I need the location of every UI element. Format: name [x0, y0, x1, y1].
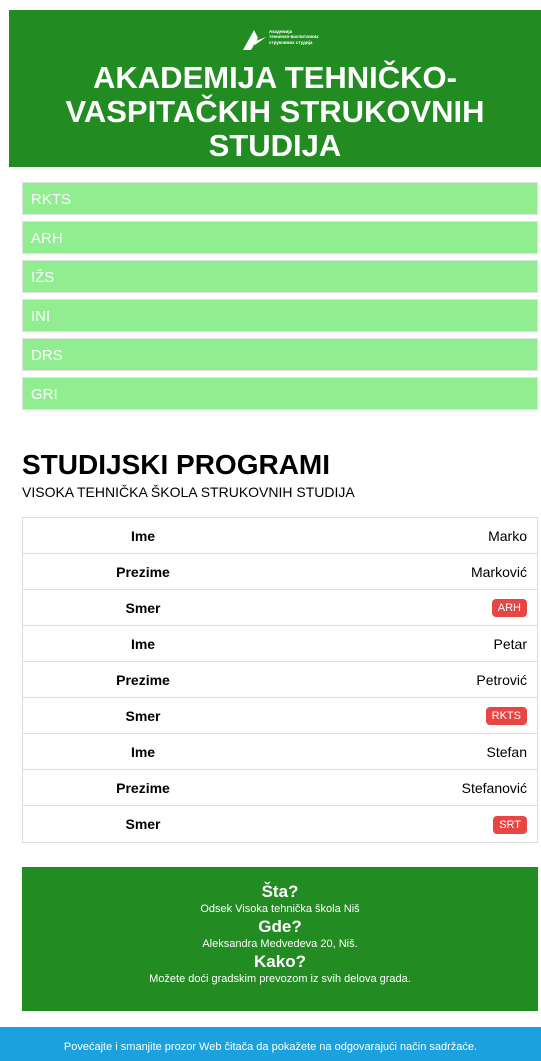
kako-heading: Kako? [254, 952, 306, 971]
ime-value: Stefan [486, 743, 527, 760]
nav-item-drs[interactable]: DRS [22, 338, 538, 371]
table-row: Prezime Marković [23, 554, 537, 590]
kako-text: Možete doći gradskim prevozom iz svih de… [149, 973, 411, 985]
students-table: Ime Marko Prezime Marković Smer ARH Ime … [22, 517, 538, 843]
nav-item-izs[interactable]: IŽS [22, 260, 538, 293]
ime-value: Marko [488, 527, 527, 544]
logo-mark-icon [243, 30, 266, 50]
smer-value: ARH [263, 598, 537, 617]
program-nav: RKTS ARH IŽS INI DRS GRI [22, 182, 538, 416]
table-row: Smer ARH [23, 590, 537, 626]
ime-label: Ime [130, 527, 156, 544]
logo-text: Академија техничко-васпитачких струковни… [269, 29, 319, 45]
gde-text: Aleksandra Medvedeva 20, Niš. [202, 938, 358, 950]
table-row: Prezime Petrović [23, 662, 537, 698]
smer-label: Smer [125, 816, 161, 832]
prezime-label: Prezime [116, 671, 170, 688]
academy-logo[interactable]: Академија техничко-васпитачких струковни… [241, 28, 361, 58]
nav-item-arh[interactable]: ARH [22, 221, 538, 254]
smer-label: Smer [125, 707, 161, 724]
prezime-value: Marković [470, 563, 527, 580]
ime-label: Ime [130, 743, 156, 760]
nav-item-rkts[interactable]: RKTS [22, 182, 538, 215]
prezime-label: Prezime [116, 779, 170, 796]
site-header: Академија техничко-васпитачких струковни… [9, 10, 541, 167]
ime-label: Ime [130, 635, 156, 652]
nav-item-gri[interactable]: GRI [22, 377, 538, 410]
footer: Povećajte i smanjite prozor Web čitača d… [0, 1027, 541, 1061]
table-row: Ime Stefan [23, 734, 537, 770]
smer-label: Smer [125, 599, 161, 616]
smer-badge: ARH [491, 599, 527, 617]
sta-heading: Šta? [261, 882, 299, 901]
table-row: Prezime Stefanović [23, 770, 537, 806]
prezime-label: Prezime [116, 563, 170, 580]
logo-line-3: струковних студија [269, 39, 313, 45]
smer-value: RKTS [263, 706, 537, 725]
table-row: Smer RKTS [23, 698, 537, 734]
table-row: Ime Petar [23, 626, 537, 662]
section-subtitle: VISOKA TEHNIČKA ŠKOLA STRUKOVNIH STUDIJA [22, 484, 355, 500]
table-row: Smer SRT [23, 806, 537, 842]
ime-value: Petar [493, 635, 527, 652]
prezime-value: Petrović [476, 671, 527, 688]
smer-badge: SRT [493, 815, 527, 834]
table-row: Ime Marko [23, 518, 537, 554]
prezime-value: Stefanović [461, 779, 527, 796]
section-title: STUDIJSKI PROGRAMI [22, 449, 331, 480]
gde-heading: Gde? [258, 917, 302, 936]
nav-item-ini[interactable]: INI [22, 299, 538, 332]
info-box: Šta? Odsek Visoka tehnička škola Niš Gde… [22, 867, 538, 1011]
smer-value: SRT [263, 815, 537, 834]
page-title: AKADEMIJA TEHNIČKO-VASPITAČKIH STRUKOVNI… [65, 60, 485, 163]
sta-text: Odsek Visoka tehnička škola Niš [200, 903, 360, 915]
smer-badge: RKTS [485, 707, 527, 725]
